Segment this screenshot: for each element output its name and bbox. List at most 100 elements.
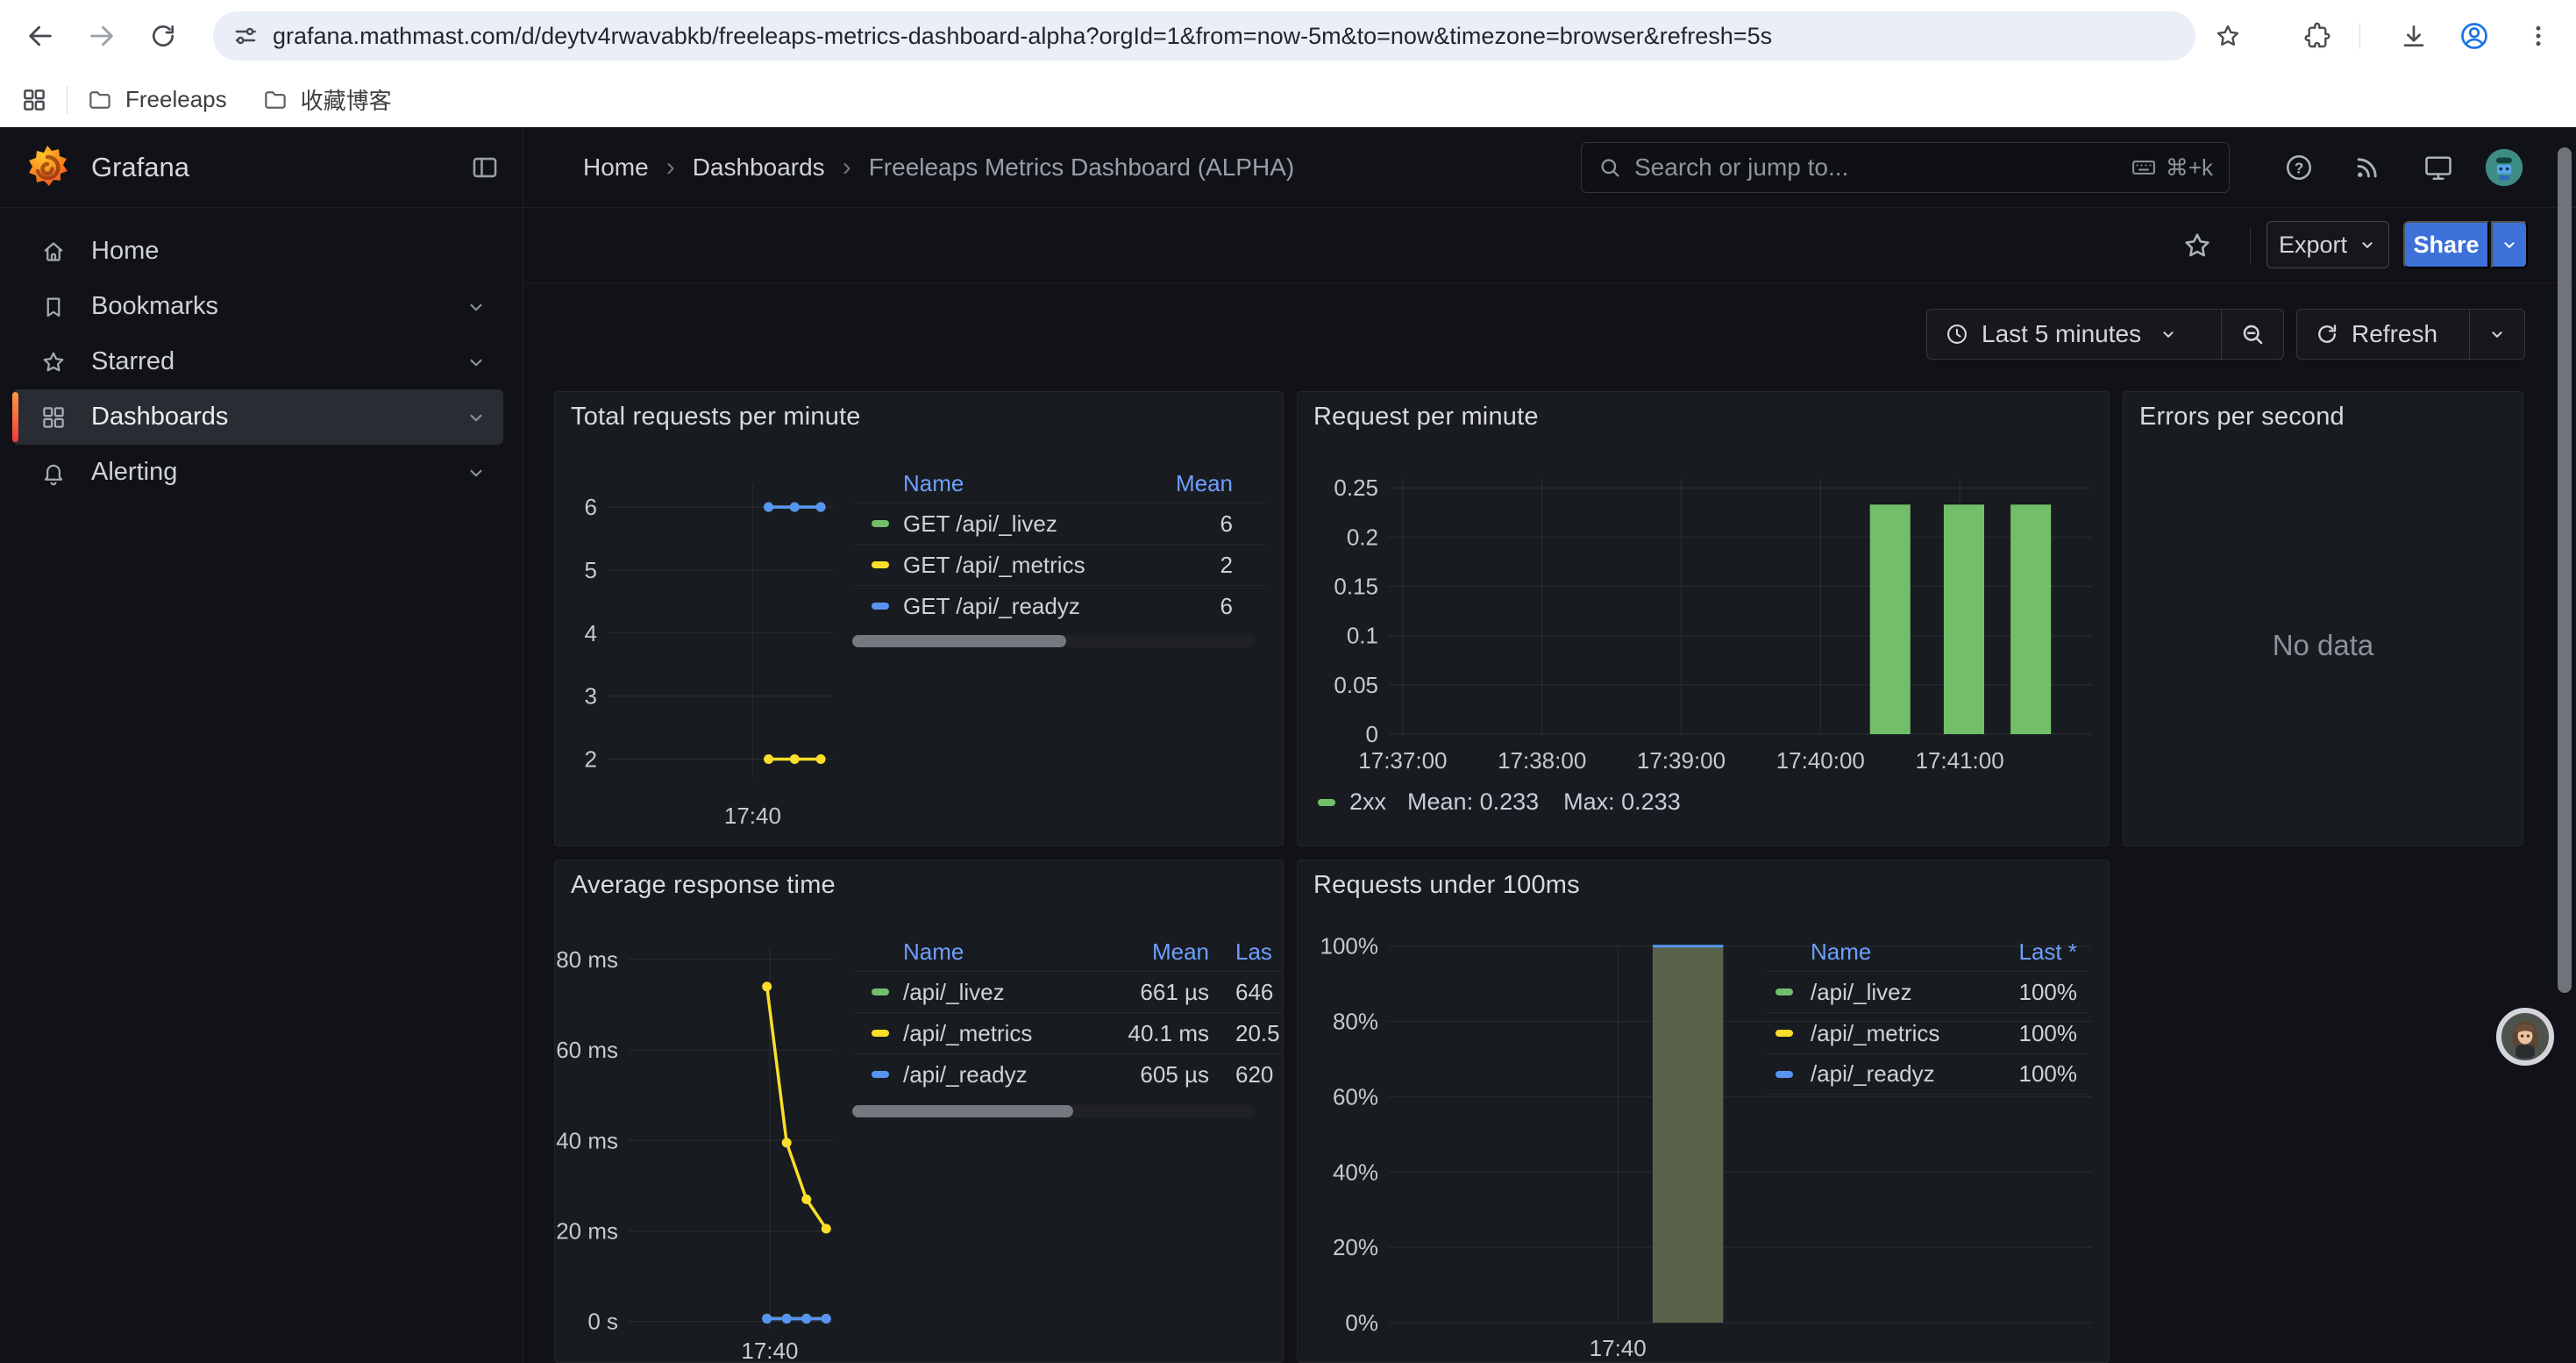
series-name[interactable]: GET /api/_metrics — [903, 552, 1085, 579]
sidebar-item-label: Starred — [91, 347, 174, 376]
series-name[interactable]: /api/_metrics — [903, 1020, 1078, 1047]
breadcrumb-home[interactable]: Home — [583, 153, 649, 182]
share-button[interactable]: Share — [2403, 221, 2489, 268]
news-rss-icon[interactable] — [2348, 148, 2387, 187]
legend-scrollbar-track[interactable] — [852, 1105, 1256, 1117]
panel-title[interactable]: Errors per second — [2139, 403, 2345, 432]
share-dropdown-button[interactable] — [2491, 221, 2528, 268]
series-swatch — [872, 561, 889, 568]
time-range-button[interactable]: Last 5 minutes — [1927, 310, 2221, 359]
chevron-down-icon[interactable] — [465, 406, 487, 429]
breadcrumb-dashboards[interactable]: Dashboards — [693, 153, 825, 182]
legend-row[interactable]: /api/_livez 661 µs 646 — [852, 971, 1283, 1012]
bell-icon — [40, 460, 67, 486]
user-avatar[interactable] — [2485, 148, 2523, 187]
bookmark-folder-blogs[interactable]: 收藏博客 — [262, 83, 392, 116]
series-swatch — [1318, 799, 1335, 806]
legend-scrollbar-thumb[interactable] — [852, 635, 1066, 647]
site-settings-icon[interactable] — [232, 23, 259, 49]
series-name[interactable]: /api/_readyz — [903, 1061, 1078, 1088]
panel-title[interactable]: Total requests per minute — [571, 403, 861, 432]
refresh-button[interactable]: Refresh — [2297, 310, 2469, 359]
time-range-label: Last 5 minutes — [1982, 320, 2141, 348]
legend-header-mean[interactable]: Mean — [1176, 470, 1266, 497]
url-text[interactable]: grafana.mathmast.com/d/deytv4rwavabkb/fr… — [273, 23, 1772, 50]
apps-grid-icon[interactable] — [21, 87, 47, 113]
panel-title[interactable]: Average response time — [571, 871, 836, 900]
bookmark-star-icon[interactable] — [2210, 18, 2246, 54]
keyboard-icon — [2131, 154, 2157, 181]
help-icon[interactable]: ? — [2280, 148, 2318, 187]
series-name[interactable]: GET /api/_livez — [903, 510, 1057, 538]
series-name[interactable]: /api/_metrics — [1811, 1020, 1939, 1047]
grafana-header: Home › Dashboards › Freeleaps Metrics Da… — [523, 127, 2576, 208]
series-name[interactable]: /api/_livez — [903, 979, 1078, 1006]
legend-scrollbar-thumb[interactable] — [852, 1105, 1073, 1117]
sidebar-item-alerting[interactable]: Alerting — [12, 445, 503, 500]
sidebar-item-home[interactable]: Home — [12, 224, 503, 279]
series-mean: 6 — [1220, 593, 1266, 620]
menu-kebab-icon[interactable] — [2520, 18, 2557, 54]
legend-header-name[interactable]: Name — [903, 470, 964, 497]
legend-row[interactable]: /api/_metrics 100% — [1763, 1012, 2089, 1053]
brand-title[interactable]: Grafana — [91, 152, 189, 183]
legend-row[interactable]: /api/_readyz 100% — [1763, 1053, 2089, 1095]
bookmark-folder-freeleaps[interactable]: Freeleaps — [87, 86, 227, 113]
url-bar[interactable]: grafana.mathmast.com/d/deytv4rwavabkb/fr… — [213, 11, 2195, 61]
sidebar-item-bookmarks[interactable]: Bookmarks — [12, 279, 503, 334]
profile-icon[interactable] — [2456, 18, 2493, 54]
reload-icon[interactable] — [144, 17, 182, 55]
svg-text:0 s: 0 s — [587, 1309, 618, 1335]
downloads-icon[interactable] — [2395, 18, 2432, 54]
sidebar-item-label: Dashboards — [91, 403, 228, 432]
svg-text:100%: 100% — [1320, 933, 1379, 960]
legend-row[interactable]: GET /api/_readyz 6 — [852, 585, 1266, 626]
series-name[interactable]: /api/_livez — [1811, 979, 1912, 1006]
legend-row[interactable]: /api/_metrics 40.1 ms 20.5 r — [852, 1012, 1283, 1053]
chevron-down-icon[interactable] — [465, 296, 487, 318]
breadcrumb: Home › Dashboards › Freeleaps Metrics Da… — [583, 127, 1294, 208]
legend-row[interactable]: GET /api/_metrics 2 — [852, 544, 1266, 585]
sidebar-item-starred[interactable]: Starred — [12, 334, 503, 389]
chevron-down-icon[interactable] — [465, 351, 487, 374]
legend-scrollbar-track[interactable] — [852, 635, 1256, 647]
legend-header-mean[interactable]: Mean — [1078, 938, 1209, 966]
chevron-down-icon[interactable] — [465, 461, 487, 484]
series-mean: 40.1 ms — [1078, 1020, 1209, 1047]
series-name[interactable]: /api/_readyz — [1811, 1060, 1935, 1088]
favorite-star-icon[interactable] — [2180, 228, 2215, 263]
legend-header-name[interactable]: Name — [1811, 938, 1871, 966]
svg-text:4: 4 — [585, 620, 597, 646]
legend-row[interactable]: GET /api/_livez 6 — [852, 503, 1266, 544]
export-button[interactable]: Export — [2266, 221, 2389, 268]
legend-header-name[interactable]: Name — [903, 938, 1078, 966]
sidebar-item-dashboards[interactable]: Dashboards — [12, 389, 503, 445]
svg-text:80%: 80% — [1333, 1009, 1378, 1035]
panel-title[interactable]: Request per minute — [1313, 403, 1539, 432]
no-data-message: No data — [2124, 629, 2523, 662]
dashboards-grid-icon — [40, 404, 67, 431]
breadcrumb-current: Freeleaps Metrics Dashboard (ALPHA) — [869, 153, 1295, 182]
svg-text:17:39:00: 17:39:00 — [1637, 747, 1726, 774]
refresh-interval-button[interactable] — [2470, 310, 2524, 359]
svg-text:20%: 20% — [1333, 1234, 1378, 1260]
monitor-icon[interactable] — [2419, 148, 2458, 187]
grafana-logo[interactable] — [23, 143, 72, 192]
legend-row[interactable]: /api/_livez 100% — [1763, 971, 2089, 1012]
extensions-icon[interactable] — [2299, 18, 2336, 54]
actions-divider — [2250, 226, 2251, 265]
legend-header-last[interactable]: Last * — [2019, 938, 2090, 966]
legend-row[interactable]: /api/_readyz 605 µs 620 — [852, 1053, 1283, 1095]
series-name[interactable]: GET /api/_readyz — [903, 593, 1080, 620]
page-scrollbar-thumb[interactable] — [2558, 147, 2572, 993]
zoom-out-button[interactable] — [2222, 310, 2283, 359]
dock-sidebar-icon[interactable] — [470, 153, 500, 182]
legend-header-last[interactable]: Las — [1209, 938, 1283, 966]
forward-icon[interactable] — [82, 17, 121, 55]
floating-assistant-avatar[interactable] — [2496, 1008, 2554, 1066]
panel-title[interactable]: Requests under 100ms — [1313, 871, 1580, 900]
search-input[interactable]: Search or jump to... ⌘+k — [1581, 142, 2230, 193]
svg-text:17:40: 17:40 — [1590, 1335, 1647, 1361]
back-icon[interactable] — [21, 17, 60, 55]
series-name[interactable]: 2xx — [1349, 789, 1386, 816]
